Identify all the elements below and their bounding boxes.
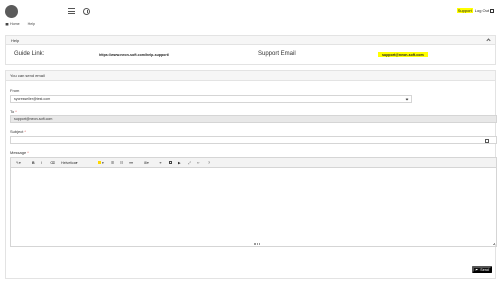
to-value: support@neon-soft.com bbox=[14, 117, 53, 121]
required-mark: * bbox=[15, 109, 17, 114]
required-mark: * bbox=[24, 129, 26, 134]
resize-grip-icon[interactable] bbox=[254, 243, 260, 245]
editor-body[interactable] bbox=[11, 168, 496, 244]
subject-label-text: Subject bbox=[10, 129, 24, 134]
top-bar: Support Log Out bbox=[0, 0, 500, 22]
document-icon[interactable] bbox=[485, 138, 489, 143]
italic-icon[interactable]: I bbox=[41, 161, 42, 165]
help-panel-title: Help bbox=[11, 37, 20, 43]
help-panel: Help Guide Link: https://www.neon-soft.c… bbox=[5, 35, 496, 65]
send-panel-header: You can send email bbox=[6, 71, 495, 81]
video-icon[interactable]: ▶ bbox=[178, 161, 181, 165]
color-dropdown-icon[interactable]: ▾ bbox=[102, 161, 104, 165]
clear-format-icon[interactable]: ⌫ bbox=[50, 161, 55, 165]
code-view-icon[interactable]: ‹› bbox=[197, 161, 199, 165]
avatar[interactable] bbox=[5, 5, 18, 18]
link-icon[interactable]: ⚭ bbox=[159, 161, 162, 165]
align-icon[interactable]: ≡▾ bbox=[129, 161, 133, 165]
menu-icon[interactable] bbox=[68, 8, 75, 15]
from-value: sycresseller@test.com bbox=[14, 97, 51, 101]
highlight-color-icon[interactable] bbox=[98, 161, 101, 164]
top-right-links: Support Log Out bbox=[456, 8, 494, 13]
table-icon[interactable]: ⊞▾ bbox=[144, 161, 149, 165]
subject-input[interactable] bbox=[10, 136, 497, 144]
format-brush-icon[interactable]: ✎▾ bbox=[16, 161, 21, 165]
help-icon[interactable]: ? bbox=[208, 161, 210, 165]
message-label: Message* bbox=[10, 150, 29, 155]
send-icon bbox=[475, 268, 479, 271]
help-info-row: Guide Link: https://www.neon-soft.com/he… bbox=[6, 50, 495, 60]
bullet-list-icon[interactable]: ☰ bbox=[111, 161, 114, 165]
editor-footer bbox=[11, 242, 496, 246]
required-mark: * bbox=[27, 150, 29, 155]
bold-icon[interactable]: B bbox=[32, 161, 35, 165]
home-icon[interactable] bbox=[5, 22, 9, 26]
help-panel-header[interactable]: Help bbox=[6, 36, 495, 45]
image-icon[interactable] bbox=[169, 161, 172, 164]
chevron-up-icon[interactable] bbox=[486, 38, 491, 43]
to-label: To* bbox=[10, 109, 17, 114]
logout-icon[interactable] bbox=[490, 8, 494, 13]
numbered-list-icon[interactable]: ☷ bbox=[120, 161, 123, 165]
fullscreen-icon[interactable]: ⤢ bbox=[188, 161, 191, 165]
to-label-text: To bbox=[10, 109, 15, 114]
guide-link-label: Guide Link: bbox=[14, 51, 45, 57]
breadcrumb: Home Help bbox=[5, 21, 35, 27]
font-family-name: Helvetica bbox=[61, 161, 76, 165]
logout-link[interactable]: Log Out bbox=[475, 8, 489, 13]
breadcrumb-home[interactable]: Home bbox=[10, 22, 20, 26]
breadcrumb-current: Help bbox=[27, 22, 35, 26]
support-link[interactable]: Support bbox=[456, 8, 473, 13]
from-select[interactable]: sycresseller@test.com bbox=[10, 95, 412, 103]
font-family-select[interactable]: Helvetica▾ bbox=[61, 161, 78, 165]
send-button-label: Send bbox=[480, 267, 489, 272]
editor-toolbar: ✎▾ B I ⌫ Helvetica▾ ▾ ☰ ☷ ≡▾ ⊞▾ ⚭ ▶ ⤢ ‹›… bbox=[11, 158, 496, 168]
history-icon[interactable] bbox=[83, 8, 90, 15]
send-email-panel: You can send email From sycresseller@tes… bbox=[5, 70, 497, 279]
to-field[interactable]: support@neon-soft.com bbox=[10, 115, 497, 123]
subject-label: Subject* bbox=[10, 129, 26, 134]
send-button[interactable]: Send bbox=[472, 266, 492, 273]
guide-link-url[interactable]: https://www.neon-soft.com/help-support/ bbox=[99, 53, 169, 57]
chevron-down-icon[interactable] bbox=[405, 97, 409, 101]
send-panel-title: You can send email bbox=[10, 73, 45, 78]
message-editor[interactable]: ✎▾ B I ⌫ Helvetica▾ ▾ ☰ ☷ ≡▾ ⊞▾ ⚭ ▶ ⤢ ‹›… bbox=[10, 157, 497, 247]
from-label: From bbox=[10, 88, 20, 93]
support-email-label: Support Email bbox=[258, 51, 296, 57]
message-label-text: Message bbox=[10, 150, 27, 155]
support-email-value[interactable]: support@neon-soft.com bbox=[378, 52, 428, 57]
resize-corner-icon[interactable] bbox=[493, 243, 495, 245]
